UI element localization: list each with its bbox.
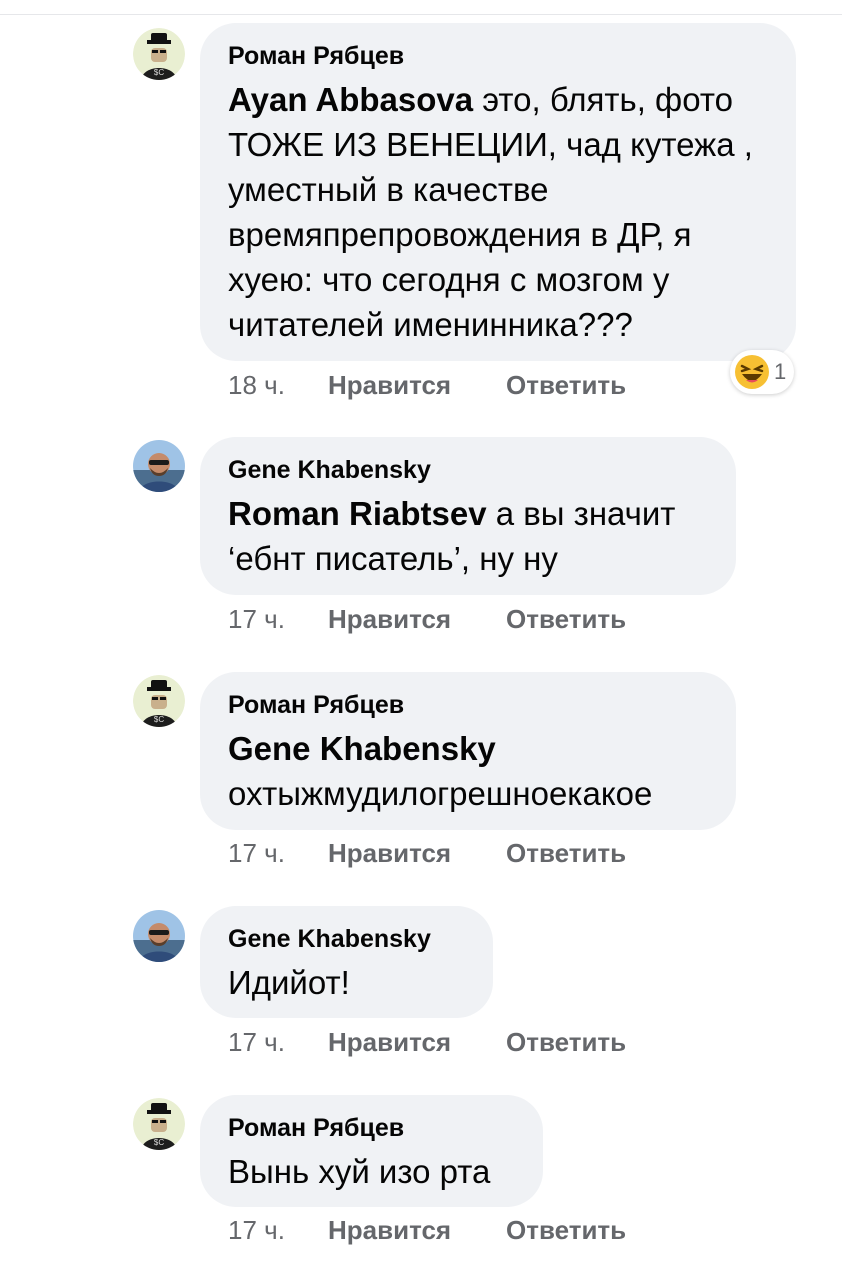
comment-actions: 17 ч. Нравится Ответить bbox=[228, 1215, 626, 1245]
like-button[interactable]: Нравится bbox=[328, 370, 506, 400]
like-button[interactable]: Нравится bbox=[328, 604, 506, 634]
comment-time[interactable]: 18 ч. bbox=[228, 370, 328, 400]
avatar[interactable]: $C bbox=[133, 28, 185, 80]
comment-time[interactable]: 17 ч. bbox=[228, 604, 328, 634]
like-button[interactable]: Нравится bbox=[328, 1027, 506, 1057]
reaction-count: 1 bbox=[774, 359, 787, 384]
comment-text: Roman Riabtsev а вы значит ‘ебнт писател… bbox=[228, 491, 708, 581]
comment-actions: 18 ч. Нравится Ответить bbox=[228, 370, 626, 400]
comment-text: Вынь хуй изо рта bbox=[228, 1149, 515, 1194]
comment-actions: 17 ч. Нравится Ответить bbox=[228, 604, 626, 634]
comment-actions: 17 ч. Нравится Ответить bbox=[228, 1027, 626, 1057]
svg-text:$C: $C bbox=[154, 715, 164, 724]
reply-button[interactable]: Ответить bbox=[506, 1027, 626, 1057]
avatar[interactable] bbox=[133, 910, 185, 962]
reply-button[interactable]: Ответить bbox=[506, 838, 626, 868]
mention-link[interactable]: Ayan Abbasova bbox=[228, 81, 473, 118]
comment-actions: 17 ч. Нравится Ответить bbox=[228, 838, 626, 868]
comment-author[interactable]: Роман Рябцев bbox=[228, 690, 708, 720]
comment-body: это, блять, фото ТОЖЕ ИЗ ВЕНЕЦИИ, чад ку… bbox=[228, 81, 753, 343]
like-button[interactable]: Нравится bbox=[328, 1215, 506, 1245]
avatar-roman-icon: $C bbox=[133, 1098, 185, 1150]
reply-button[interactable]: Ответить bbox=[506, 370, 626, 400]
comment-bubble: Gene Khabensky Идийот! bbox=[200, 906, 493, 1018]
avatar[interactable]: $C bbox=[133, 1098, 185, 1150]
avatar[interactable]: $C bbox=[133, 675, 185, 727]
comment-bubble: Роман Рябцев Ayan Abbasova это, блять, ф… bbox=[200, 23, 796, 361]
avatar-roman-icon: $C bbox=[133, 28, 185, 80]
comment-time[interactable]: 17 ч. bbox=[228, 1215, 328, 1245]
svg-text:$C: $C bbox=[154, 68, 164, 77]
comment-bubble: Gene Khabensky Roman Riabtsev а вы значи… bbox=[200, 437, 736, 595]
mention-link[interactable]: Roman Riabtsev bbox=[228, 495, 487, 532]
comment-body: Вынь хуй изо рта bbox=[228, 1153, 491, 1190]
mention-link[interactable]: Gene Khabensky bbox=[228, 730, 496, 767]
comment-author[interactable]: Роман Рябцев bbox=[228, 1113, 515, 1143]
comment-body: охтыжмудилогрешноекакое bbox=[228, 775, 653, 812]
comment-author[interactable]: Gene Khabensky bbox=[228, 455, 708, 485]
svg-text:$C: $C bbox=[154, 1138, 164, 1147]
comment-time[interactable]: 17 ч. bbox=[228, 838, 328, 868]
comment-text: Gene Khabensky охтыжмудилогрешноекакое bbox=[228, 726, 708, 816]
comment-bubble: Роман Рябцев Gene Khabensky охтыжмудилог… bbox=[200, 672, 736, 830]
avatar-roman-icon: $C bbox=[133, 675, 185, 727]
reply-button[interactable]: Ответить bbox=[506, 1215, 626, 1245]
reply-button[interactable]: Ответить bbox=[506, 604, 626, 634]
comment-author[interactable]: Gene Khabensky bbox=[228, 924, 465, 954]
avatar-gene-icon bbox=[133, 440, 185, 492]
top-divider bbox=[0, 14, 842, 15]
comment-author[interactable]: Роман Рябцев bbox=[228, 41, 768, 71]
avatar[interactable] bbox=[133, 440, 185, 492]
like-button[interactable]: Нравится bbox=[328, 838, 506, 868]
reaction-badge[interactable]: 1 bbox=[730, 350, 795, 394]
comment-bubble: Роман Рябцев Вынь хуй изо рта bbox=[200, 1095, 543, 1207]
laughing-emoji-icon bbox=[735, 355, 769, 389]
avatar-gene-icon bbox=[133, 910, 185, 962]
comment-time[interactable]: 17 ч. bbox=[228, 1027, 328, 1057]
comment-text: Идийот! bbox=[228, 960, 465, 1005]
comment-body: Идийот! bbox=[228, 964, 350, 1001]
comment-text: Ayan Abbasova это, блять, фото ТОЖЕ ИЗ В… bbox=[228, 77, 768, 347]
